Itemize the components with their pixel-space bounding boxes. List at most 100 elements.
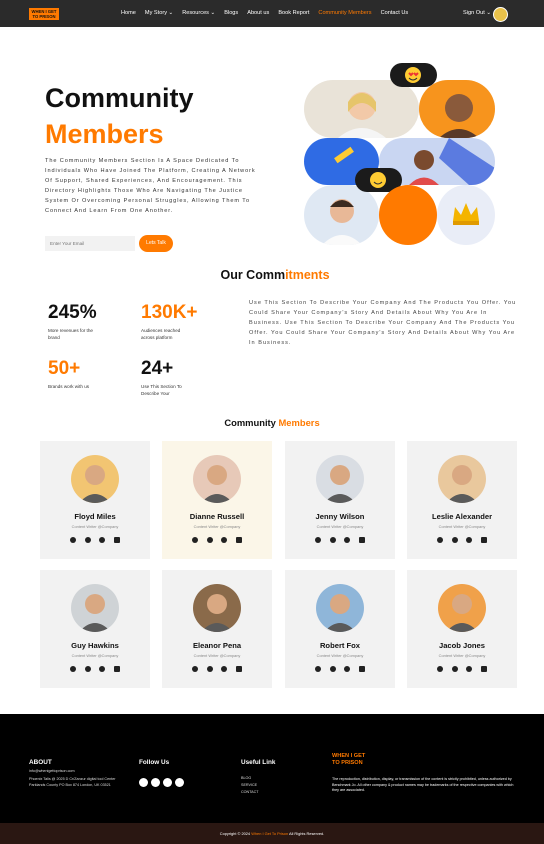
- member-social-links: [437, 666, 487, 672]
- instagram-icon[interactable]: [221, 666, 228, 672]
- twitter-icon[interactable]: [84, 537, 91, 543]
- collage-man-photo: [304, 185, 379, 245]
- member-card[interactable]: Dianne Russell Content Writer @Company: [162, 441, 272, 559]
- commitments-title-orange: itments: [285, 268, 330, 282]
- member-name: Jenny Wilson: [315, 512, 365, 521]
- twitter-icon[interactable]: [451, 537, 458, 543]
- instagram-icon[interactable]: [221, 537, 228, 543]
- member-social-links: [70, 537, 120, 543]
- emoji-heart-eyes-icon: [390, 63, 437, 87]
- instagram-icon[interactable]: [344, 666, 351, 672]
- footer-link-blog[interactable]: BLOG: [241, 776, 251, 782]
- member-role: Content Writer @Company: [438, 653, 486, 658]
- member-social-links: [315, 666, 365, 672]
- collage-orange-circle: [379, 185, 437, 245]
- footer-logo[interactable]: WHEN I GET TO PRISON: [332, 753, 372, 766]
- stat-value: 245%: [48, 302, 97, 323]
- site-footer: ABOUT info@whenigettoprison.com Phoenix …: [0, 714, 544, 823]
- member-card[interactable]: Jacob Jones Content Writer @Company: [407, 570, 517, 688]
- nav-community-members[interactable]: Community Members: [318, 10, 371, 16]
- site-logo[interactable]: WHEN I GET TO PRISON: [29, 8, 59, 20]
- member-photo: [438, 584, 486, 632]
- collage-smiling-woman-photo: [419, 80, 495, 138]
- members-title-orange: Members: [278, 417, 320, 428]
- copyright-bar: Copyright © 2024 When I Get To Prison Al…: [0, 823, 544, 844]
- member-role: Content Writer @Company: [71, 653, 119, 658]
- member-card[interactable]: Leslie Alexander Content Writer @Company: [407, 441, 517, 559]
- email-input[interactable]: [45, 236, 135, 251]
- nav-my-story[interactable]: My Story ⌄: [145, 10, 173, 16]
- linkedin-icon[interactable]: [113, 666, 120, 672]
- twitter-icon[interactable]: [329, 666, 336, 672]
- linkedin-icon[interactable]: [358, 537, 365, 543]
- member-name: Guy Hawkins: [71, 641, 119, 650]
- stat-label: More revenues for the brand: [48, 328, 93, 340]
- footer-social-row: [139, 778, 184, 787]
- copyright-suffix: All Rights Reserved.: [288, 831, 325, 836]
- linkedin-icon[interactable]: [480, 537, 487, 543]
- footer-email[interactable]: info@whenigettoprison.com: [29, 769, 75, 775]
- footer-link-service[interactable]: SERVICE: [241, 783, 257, 789]
- facebook-icon[interactable]: [315, 537, 321, 543]
- member-social-links: [192, 666, 242, 672]
- commitments-title: Our Commitments: [170, 268, 380, 282]
- twitter-icon[interactable]: [206, 537, 213, 543]
- member-card[interactable]: Eleanor Pena Content Writer @Company: [162, 570, 272, 688]
- user-avatar[interactable]: [493, 7, 508, 22]
- sign-out-button[interactable]: Sign Out ⌄: [463, 10, 491, 16]
- facebook-icon[interactable]: [437, 666, 443, 672]
- instagram-icon[interactable]: [175, 778, 184, 787]
- facebook-icon[interactable]: [192, 537, 198, 543]
- member-social-links: [315, 537, 365, 543]
- instagram-icon[interactable]: [466, 537, 473, 543]
- instagram-icon[interactable]: [344, 537, 351, 543]
- page-title: Community Members: [45, 80, 194, 152]
- lets-talk-button[interactable]: Lets Talk: [139, 235, 173, 252]
- twitter-icon[interactable]: [151, 778, 160, 787]
- twitter-icon[interactable]: [329, 537, 336, 543]
- commitments-title-black: Our Comm: [220, 268, 286, 282]
- instagram-icon[interactable]: [99, 666, 106, 672]
- footer-follow-title: Follow Us: [139, 759, 170, 766]
- linkedin-icon[interactable]: [235, 666, 242, 672]
- instagram-icon[interactable]: [99, 537, 106, 543]
- copyright-brand[interactable]: When I Get To Prison: [251, 831, 288, 836]
- facebook-icon[interactable]: [163, 778, 172, 787]
- twitter-icon[interactable]: [451, 666, 458, 672]
- instagram-icon[interactable]: [466, 666, 473, 672]
- linkedin-icon[interactable]: [113, 537, 120, 543]
- nav-book-report[interactable]: Book Report: [278, 10, 309, 16]
- twitter-icon[interactable]: [84, 666, 91, 672]
- commitments-description: Use This Section To Describe Your Compan…: [249, 300, 517, 346]
- nav-blogs[interactable]: Blogs: [224, 10, 238, 16]
- linkedin-icon[interactable]: [235, 537, 242, 543]
- youtube-icon[interactable]: [139, 778, 148, 787]
- member-photo: [193, 584, 241, 632]
- member-role: Content Writer @Company: [438, 524, 486, 529]
- nav-home[interactable]: Home: [121, 10, 136, 16]
- member-photo: [71, 455, 119, 503]
- facebook-icon[interactable]: [70, 537, 76, 543]
- collage-woman-photo: [304, 80, 419, 138]
- stat-value: 130K+: [141, 302, 198, 323]
- facebook-icon[interactable]: [437, 537, 443, 543]
- member-card[interactable]: Guy Hawkins Content Writer @Company: [40, 570, 150, 688]
- facebook-icon[interactable]: [70, 666, 76, 672]
- linkedin-icon[interactable]: [358, 666, 365, 672]
- member-card[interactable]: Jenny Wilson Content Writer @Company: [285, 441, 395, 559]
- footer-link-contact[interactable]: CONTACT: [241, 790, 259, 796]
- stat-label: Audiences reached across platform: [141, 328, 181, 340]
- member-card[interactable]: Floyd Miles Content Writer @Company: [40, 441, 150, 559]
- linkedin-icon[interactable]: [480, 666, 487, 672]
- member-photo: [193, 455, 241, 503]
- nav-resources[interactable]: Resources ⌄: [182, 10, 215, 16]
- facebook-icon[interactable]: [315, 666, 321, 672]
- nav-contact-us[interactable]: Contact Us: [381, 10, 409, 16]
- member-social-links: [437, 537, 487, 543]
- member-name: Leslie Alexander: [431, 512, 493, 521]
- twitter-icon[interactable]: [206, 666, 213, 672]
- nav-about-us[interactable]: About us: [247, 10, 269, 16]
- member-name: Eleanor Pena: [192, 641, 242, 650]
- facebook-icon[interactable]: [192, 666, 198, 672]
- member-card[interactable]: Robert Fox Content Writer @Company: [285, 570, 395, 688]
